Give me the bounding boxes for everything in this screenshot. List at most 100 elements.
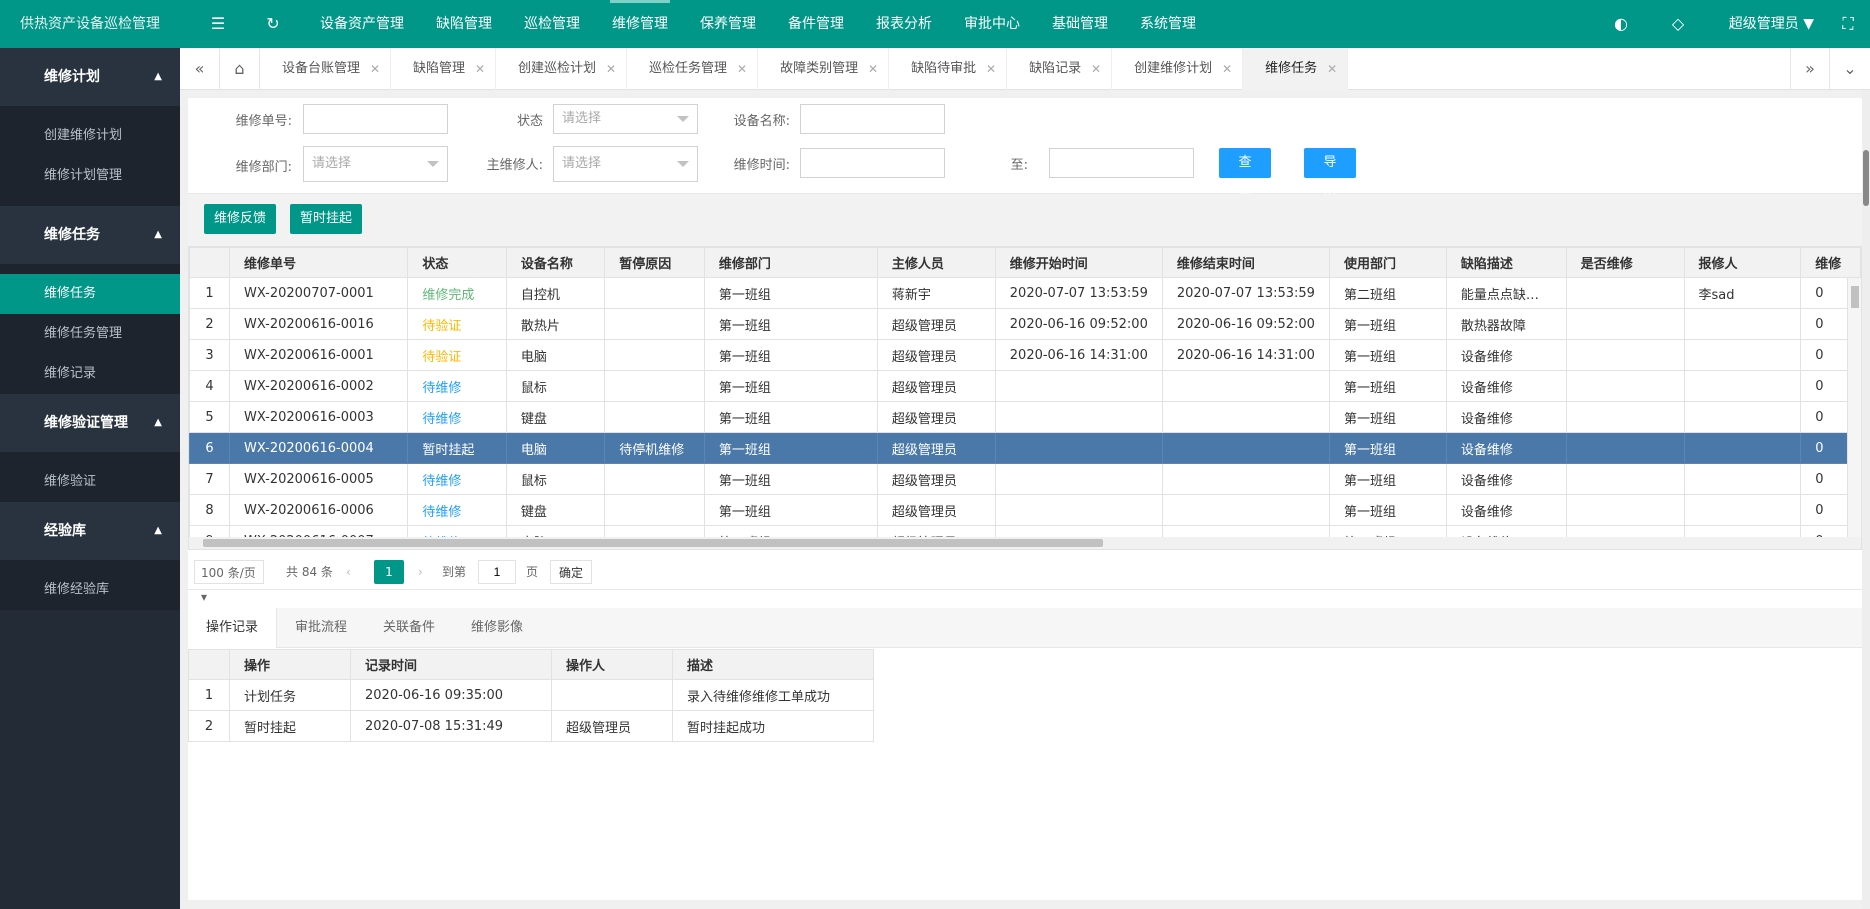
tab-related-parts[interactable]: 关联备件: [365, 608, 453, 648]
column-header[interactable]: 维修: [1800, 247, 1861, 278]
column-header[interactable]: 操作人: [551, 649, 673, 680]
sidebar-item-repair-record[interactable]: 维修记录: [0, 354, 180, 394]
horizontal-scrollbar[interactable]: [189, 537, 1861, 549]
refresh-icon[interactable]: ↻: [258, 0, 288, 48]
scroll-thumb[interactable]: [1863, 150, 1869, 206]
suspend-button[interactable]: 暂时挂起: [290, 204, 363, 234]
prev-page-icon[interactable]: ‹: [346, 560, 351, 584]
tabs-scroll-right-icon[interactable]: »: [1790, 48, 1830, 90]
column-header[interactable]: 状态: [407, 247, 507, 278]
close-icon[interactable]: ✕: [1091, 48, 1101, 90]
status-select[interactable]: 请选择: [553, 104, 698, 134]
table-row[interactable]: 3 WX-20200616-0001 待验证 电脑 第一班组 超级管理员 2020-06-1…: [189, 339, 1861, 371]
column-header[interactable]: 设备名称: [505, 247, 606, 278]
table-row[interactable]: 2 WX-20200616-0016 待验证 散热片 第一班组 超级管理员 2020-06-…: [189, 308, 1861, 340]
dept-select[interactable]: 请选择: [303, 146, 448, 182]
page-tab[interactable]: 故障类别管理 ✕: [758, 48, 890, 90]
table-row[interactable]: 8 WX-20200616-0006 待维修 键盘 第一班组 超级管理员 第一班组 设备维修 0: [189, 494, 1861, 526]
close-icon[interactable]: ✕: [868, 48, 878, 90]
repair-time-end-input[interactable]: [1049, 148, 1194, 178]
tab-operation-log[interactable]: 操作记录: [188, 608, 278, 648]
current-page[interactable]: 1: [374, 560, 404, 584]
page-tab[interactable]: 缺陷待审批 ✕: [889, 48, 1008, 90]
table-row[interactable]: 1 计划任务 2020-06-16 09:35:00 录入待维修维修工单成功: [188, 679, 874, 711]
column-header[interactable]: 维修部门: [703, 247, 878, 278]
page-tab[interactable]: 缺陷管理 ✕: [391, 48, 497, 90]
menu-toggle-icon[interactable]: ☰: [203, 0, 233, 48]
column-header[interactable]: 报修人: [1683, 247, 1802, 278]
query-button[interactable]: 查 询: [1219, 148, 1271, 200]
sidebar-item-create-plan[interactable]: 创建维修计划: [0, 116, 180, 156]
nav-item-active[interactable]: 维修管理: [596, 0, 684, 48]
close-icon[interactable]: ✕: [475, 48, 485, 90]
nav-item[interactable]: 备件管理: [772, 0, 860, 48]
close-icon[interactable]: ✕: [737, 48, 747, 90]
page-scrollbar[interactable]: [1862, 90, 1870, 909]
scroll-thumb[interactable]: [203, 539, 1103, 547]
table-row[interactable]: 2 暂时挂起 2020-07-08 15:31:49 超级管理员 暂时挂起成功: [188, 710, 874, 742]
goto-confirm-button[interactable]: 确定: [550, 560, 593, 584]
table-row[interactable]: 1 WX-20200707-0001 维修完成 自控机 第一班组 蒋新宇 2020-07-0…: [189, 277, 1861, 309]
vertical-scrollbar[interactable]: [1847, 278, 1861, 539]
order-no-input[interactable]: [303, 104, 448, 134]
nav-item[interactable]: 巡检管理: [508, 0, 596, 48]
table-row[interactable]: 6 WX-20200616-0004 暂时挂起 电脑 待停机维修 第一班组 超级管理员 第一班…: [189, 432, 1861, 464]
close-icon[interactable]: ✕: [986, 48, 996, 90]
column-header[interactable]: 操作: [229, 649, 351, 680]
page-tab[interactable]: 创建维修计划 ✕: [1112, 48, 1244, 90]
column-header[interactable]: 维修结束时间: [1161, 247, 1330, 278]
sidebar-group-repair-plan[interactable]: 维修计划 ▲: [0, 48, 180, 106]
close-icon[interactable]: ✕: [1222, 48, 1232, 90]
page-tab[interactable]: 设备台账管理 ✕: [260, 48, 392, 90]
page-size-select[interactable]: 100 条/页 ▾: [194, 560, 264, 604]
goto-page-input[interactable]: [478, 560, 516, 584]
page-tab-active[interactable]: 维修任务 ✕: [1243, 48, 1349, 90]
close-icon[interactable]: ✕: [606, 48, 616, 90]
sidebar-item-task-manage[interactable]: 维修任务管理: [0, 314, 180, 354]
sidebar-item-repair-task[interactable]: 维修任务: [0, 274, 180, 314]
export-button[interactable]: 导 出: [1304, 148, 1356, 200]
page-tab[interactable]: 创建巡检计划 ✕: [496, 48, 628, 90]
column-header[interactable]: 缺陷描述: [1445, 247, 1567, 278]
scroll-thumb[interactable]: [1851, 286, 1859, 308]
tag-icon[interactable]: ◇: [1663, 0, 1693, 48]
table-row[interactable]: 4 WX-20200616-0002 待维修 鼠标 第一班组 超级管理员 第一班组 设备维修 0: [189, 370, 1861, 402]
table-row[interactable]: 5 WX-20200616-0003 待维修 键盘 第一班组 超级管理员 第一班组 设备维修 0: [189, 401, 1861, 433]
repair-time-start-input[interactable]: [800, 148, 945, 178]
column-header[interactable]: 暂停原因: [604, 247, 705, 278]
page-tab[interactable]: 巡检任务管理 ✕: [627, 48, 759, 90]
tab-approval-flow[interactable]: 审批流程: [277, 608, 365, 648]
page-tab[interactable]: 缺陷记录 ✕: [1007, 48, 1113, 90]
main-repairer-select[interactable]: 请选择: [553, 146, 698, 182]
nav-item[interactable]: 基础管理: [1036, 0, 1124, 48]
sidebar-item-verify[interactable]: 维修验证: [0, 462, 180, 502]
nav-item[interactable]: 审批中心: [948, 0, 1036, 48]
next-page-icon[interactable]: ›: [418, 560, 423, 584]
device-name-input[interactable]: [800, 104, 945, 134]
close-icon[interactable]: ✕: [370, 48, 380, 90]
close-icon[interactable]: ✕: [1327, 48, 1337, 90]
table-row[interactable]: 7 WX-20200616-0005 待维修 鼠标 第一班组 超级管理员 第一班组 设备维修 0: [189, 463, 1861, 495]
column-header[interactable]: 维修开始时间: [994, 247, 1163, 278]
nav-item[interactable]: 报表分析: [860, 0, 948, 48]
home-icon[interactable]: ⌂: [220, 48, 260, 90]
column-header[interactable]: [189, 247, 231, 278]
sidebar-group-verify[interactable]: 维修验证管理 ▲: [0, 394, 180, 452]
column-header[interactable]: 主修人员: [876, 247, 996, 278]
column-header[interactable]: 记录时间: [350, 649, 552, 680]
tab-repair-images[interactable]: 维修影像: [453, 608, 541, 648]
repair-feedback-button[interactable]: 维修反馈: [204, 204, 277, 234]
nav-item[interactable]: 系统管理: [1124, 0, 1212, 48]
column-header[interactable]: 使用部门: [1328, 247, 1447, 278]
sidebar-group-knowledge[interactable]: 经验库 ▲: [0, 502, 180, 560]
tabs-scroll-left-icon[interactable]: «: [180, 48, 220, 90]
theme-palette-icon[interactable]: ◐: [1606, 0, 1636, 48]
nav-item[interactable]: 保养管理: [684, 0, 772, 48]
nav-item[interactable]: 设备资产管理: [304, 0, 420, 48]
sidebar-item-knowledge[interactable]: 维修经验库: [0, 570, 180, 610]
fullscreen-icon[interactable]: ⛶: [1833, 0, 1863, 48]
user-menu[interactable]: 超级管理员 ▼: [1729, 0, 1814, 48]
tabs-menu-chevron-down-icon[interactable]: ⌄: [1830, 48, 1870, 90]
column-header[interactable]: 维修单号: [229, 247, 409, 278]
sidebar-item-plan-manage[interactable]: 维修计划管理: [0, 156, 180, 196]
